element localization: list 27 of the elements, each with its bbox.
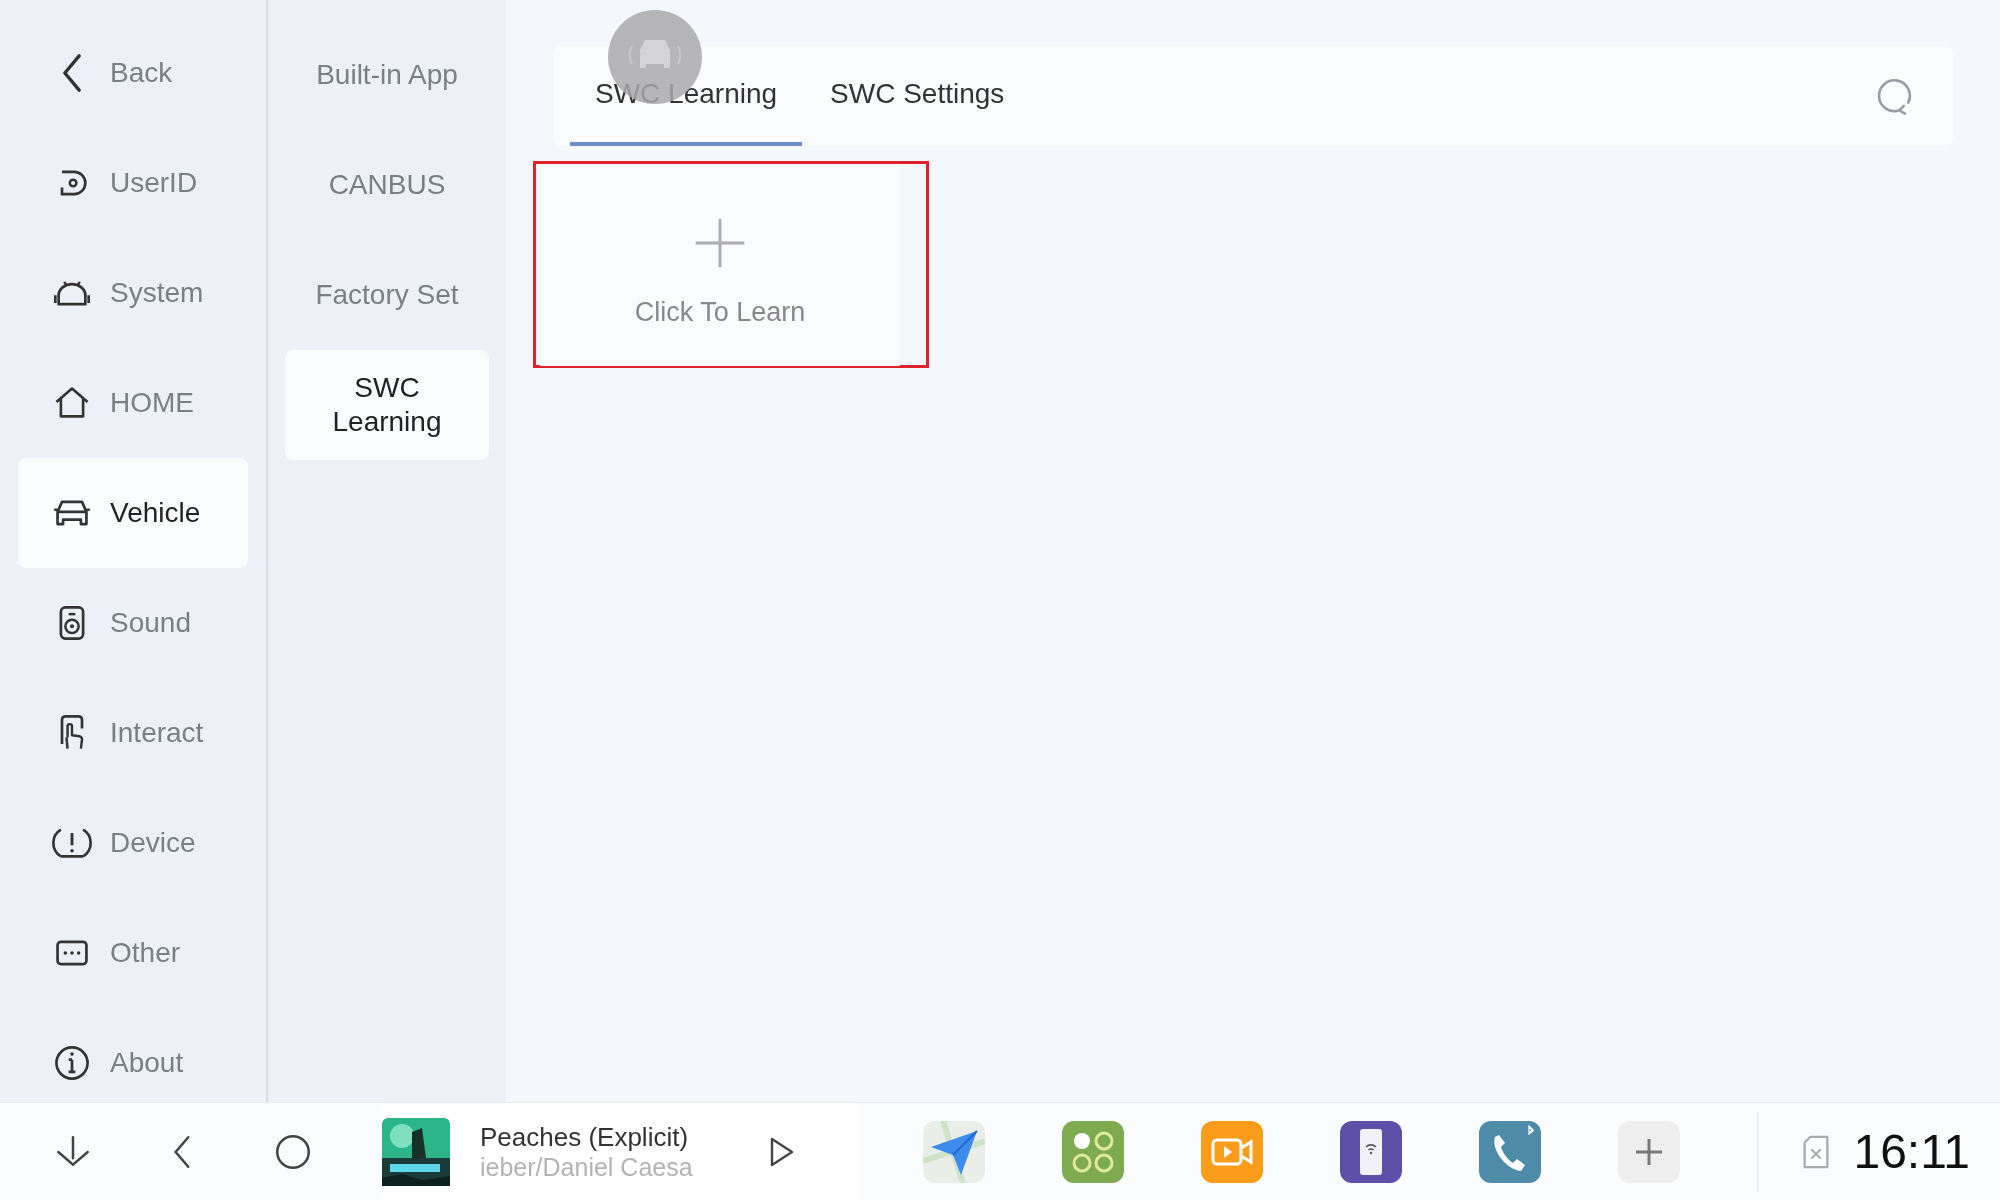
sidebar-item[interactable]: Back	[18, 33, 248, 113]
sidebar-item[interactable]: Other	[18, 913, 248, 993]
sidebar-item[interactable]: Vehicle	[18, 458, 248, 568]
clock: 16:11	[1853, 1124, 1970, 1179]
apps-grid-icon[interactable]	[1062, 1120, 1124, 1183]
info-icon	[52, 1043, 92, 1083]
learn-label: Click To Learn	[634, 296, 806, 328]
sidebar-item[interactable]: HOME	[18, 363, 248, 443]
sidebar-item[interactable]: UserID	[18, 143, 248, 223]
sidebar-item[interactable]: System	[18, 253, 248, 333]
tab[interactable]: SWC Settings	[805, 46, 1030, 146]
sidebar-item[interactable]: Device	[18, 803, 248, 883]
sidebar-item[interactable]: About	[18, 1023, 248, 1103]
sidebar-item[interactable]: Interact	[18, 693, 248, 773]
song-title: Peaches (Explicit)	[480, 1121, 690, 1153]
submenu-item[interactable]: Built-in App	[285, 20, 489, 130]
back-icon	[62, 53, 82, 93]
artist-name: ieber/Daniel Caesa	[480, 1152, 694, 1182]
phone-icon[interactable]	[1479, 1120, 1541, 1183]
paper-plane-icon[interactable]	[923, 1120, 985, 1183]
submenu-item[interactable]: SWC Learning	[285, 350, 489, 460]
submenu-item[interactable]: CANBUS	[285, 130, 489, 240]
learn-card[interactable]: Click To Learn	[540, 166, 900, 366]
sidebar-item[interactable]: Sound	[18, 583, 248, 663]
phone-wifi-icon[interactable]	[1340, 1120, 1402, 1183]
add-icon[interactable]	[1618, 1120, 1680, 1183]
submenu-item[interactable]: Factory Set	[285, 240, 489, 350]
